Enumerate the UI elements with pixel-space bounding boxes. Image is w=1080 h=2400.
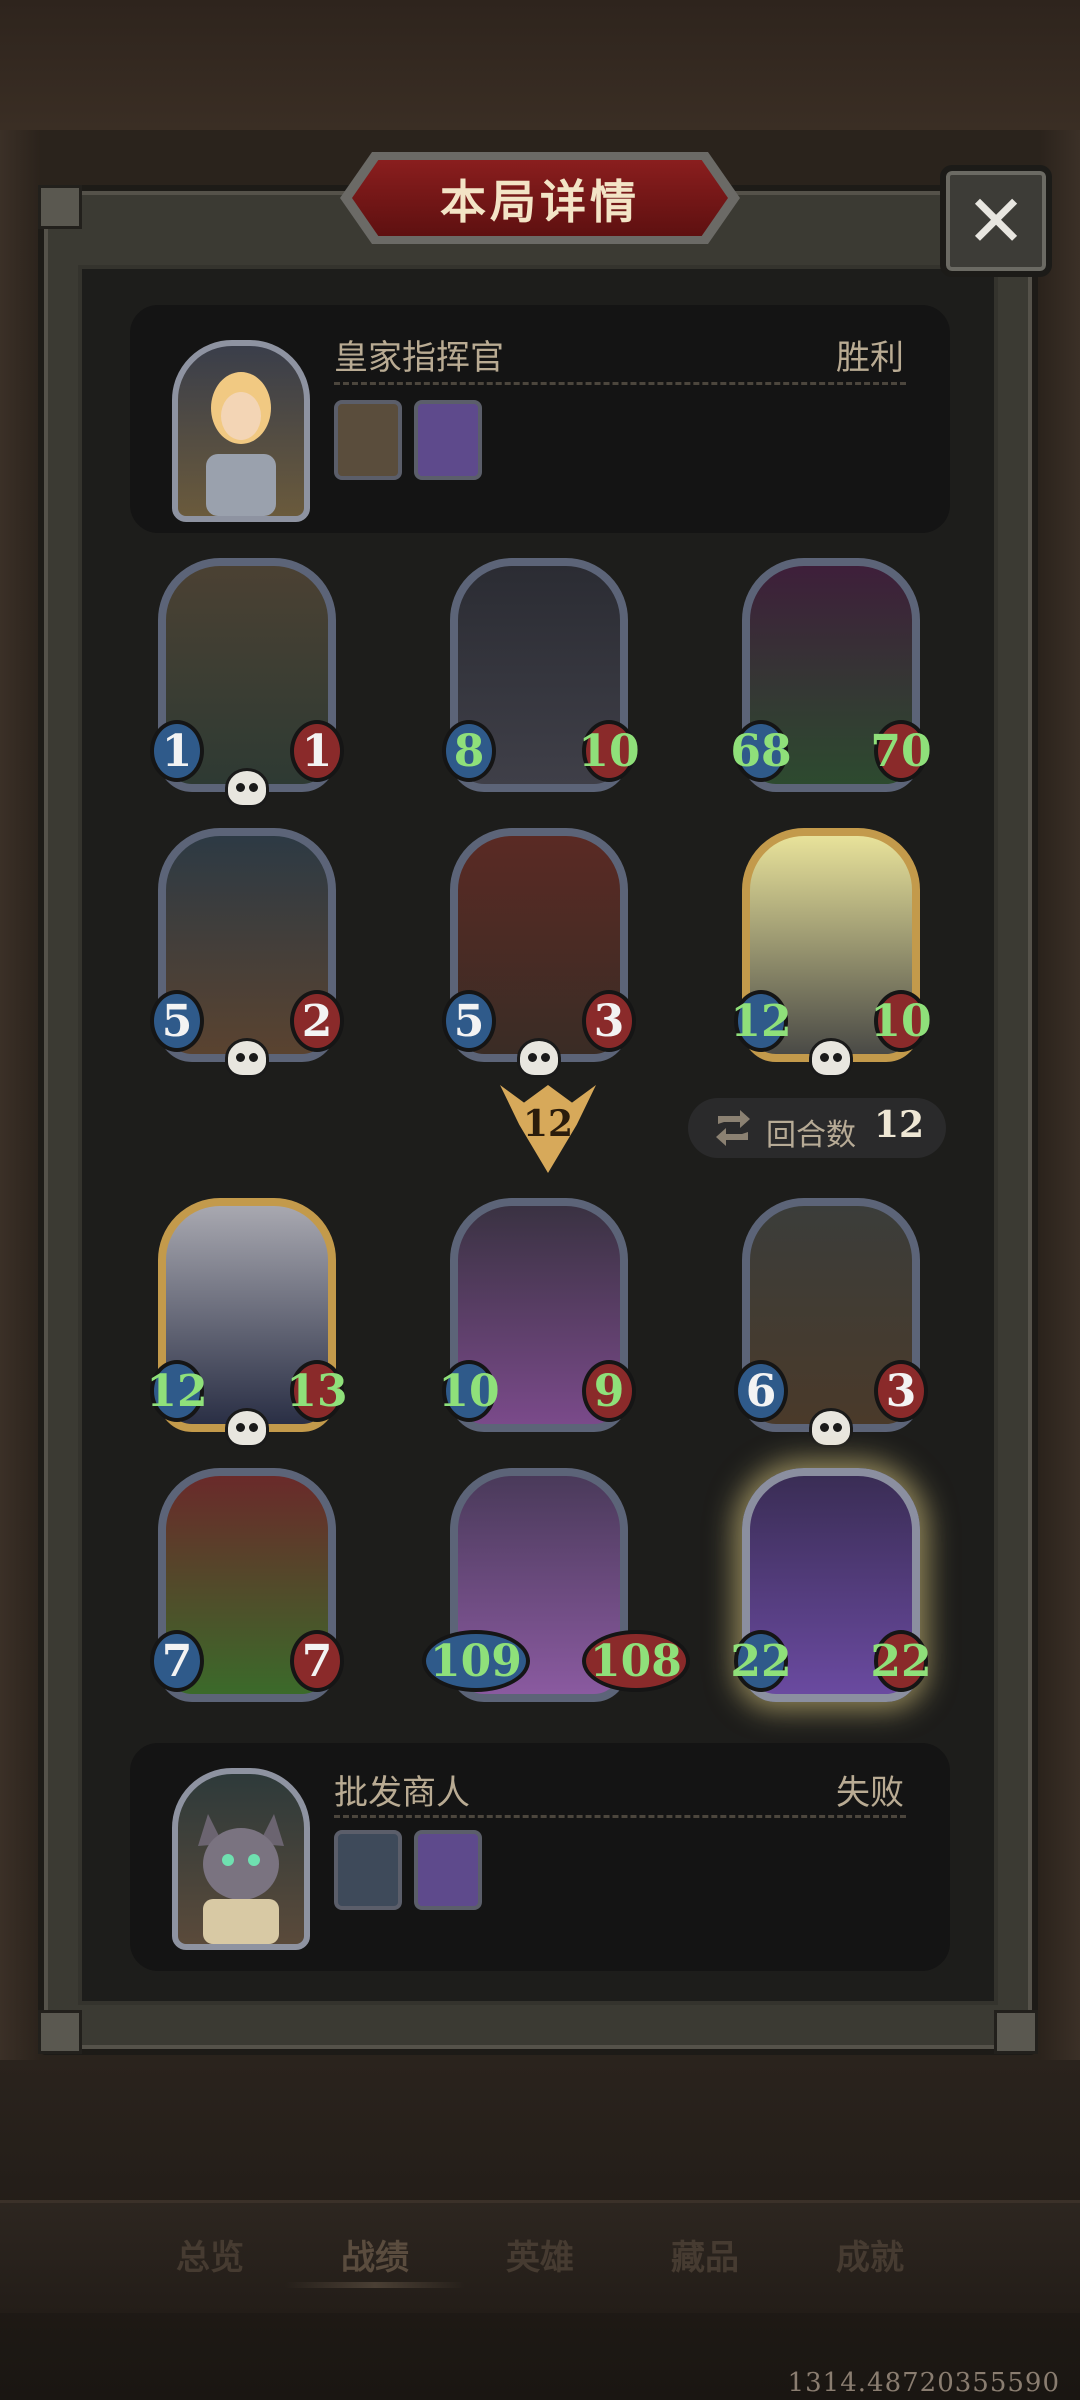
attack-stat: 7 — [150, 1630, 204, 1692]
health-stat: 3 — [582, 990, 636, 1052]
attack-stat: 10 — [438, 1360, 500, 1422]
health-stat: 9 — [582, 1360, 636, 1422]
top-background — [0, 0, 1080, 130]
player-name-top: 皇家指挥官 — [334, 338, 504, 378]
attack-stat: 12 — [730, 990, 792, 1052]
close-button[interactable]: ✕ — [940, 165, 1052, 277]
health-stat: 2 — [290, 990, 344, 1052]
tab-achievements[interactable]: 成就 — [810, 2230, 930, 2279]
corner-ornament — [38, 2010, 82, 2054]
swap-icon — [716, 1110, 750, 1146]
deathrattle-skull-icon — [225, 768, 269, 808]
health-stat: 7 — [290, 1630, 344, 1692]
deathrattle-skull-icon — [809, 1408, 853, 1448]
health-stat: 70 — [870, 720, 932, 782]
active-tab-indicator — [285, 2282, 465, 2288]
round-value: 12 — [874, 1104, 925, 1146]
attack-stat: 22 — [730, 1630, 792, 1692]
version-text: 1314.48720355590 — [787, 2368, 1060, 2398]
item-icon[interactable] — [334, 1830, 402, 1910]
attack-stat: 6 — [734, 1360, 788, 1422]
health-stat: 22 — [870, 1630, 932, 1692]
health-stat: 3 — [874, 1360, 928, 1422]
player-name-bottom: 批发商人 — [334, 1773, 470, 1813]
hero-portrait-bottom[interactable] — [172, 1768, 310, 1950]
deathrattle-skull-icon — [809, 1038, 853, 1078]
player-result-bottom: 失败 — [836, 1773, 904, 1813]
corner-ornament — [38, 185, 82, 229]
item-icon[interactable] — [414, 400, 482, 480]
attack-stat: 5 — [150, 990, 204, 1052]
attack-stat: 1 — [150, 720, 204, 782]
deathrattle-skull-icon — [225, 1038, 269, 1078]
attack-stat: 109 — [422, 1630, 530, 1692]
deathrattle-skull-icon — [225, 1408, 269, 1448]
player-result-top: 胜利 — [836, 338, 904, 378]
deathrattle-skull-icon — [517, 1038, 561, 1078]
divider — [334, 1815, 906, 1818]
corner-ornament — [994, 2010, 1038, 2054]
knight-hero-icon — [206, 372, 276, 516]
tab-overview[interactable]: 总览 — [150, 2230, 270, 2279]
attack-stat: 12 — [146, 1360, 208, 1422]
health-stat: 1 — [290, 720, 344, 782]
cat-merchant-hero-icon — [198, 1814, 284, 1944]
item-icon[interactable] — [334, 400, 402, 480]
hero-portrait-top[interactable] — [172, 340, 310, 522]
health-stat: 10 — [870, 990, 932, 1052]
vs-badge-value: 12 — [522, 1103, 574, 1145]
right-background — [1040, 130, 1080, 2180]
item-icon[interactable] — [414, 1830, 482, 1910]
left-background — [0, 130, 40, 2180]
health-stat: 10 — [578, 720, 640, 782]
attack-stat: 8 — [442, 720, 496, 782]
tab-heroes[interactable]: 英雄 — [480, 2230, 600, 2279]
tab-records[interactable]: 战绩 — [315, 2230, 435, 2279]
attack-stat: 5 — [442, 990, 496, 1052]
attack-stat: 68 — [730, 720, 792, 782]
tab-collection[interactable]: 藏品 — [645, 2230, 765, 2279]
health-stat: 108 — [582, 1630, 690, 1692]
divider — [334, 382, 906, 385]
modal-title: 本局详情 — [440, 175, 640, 229]
round-label: 回合数 — [766, 1118, 856, 1153]
close-icon: ✕ — [965, 179, 1027, 263]
health-stat: 13 — [286, 1360, 348, 1422]
